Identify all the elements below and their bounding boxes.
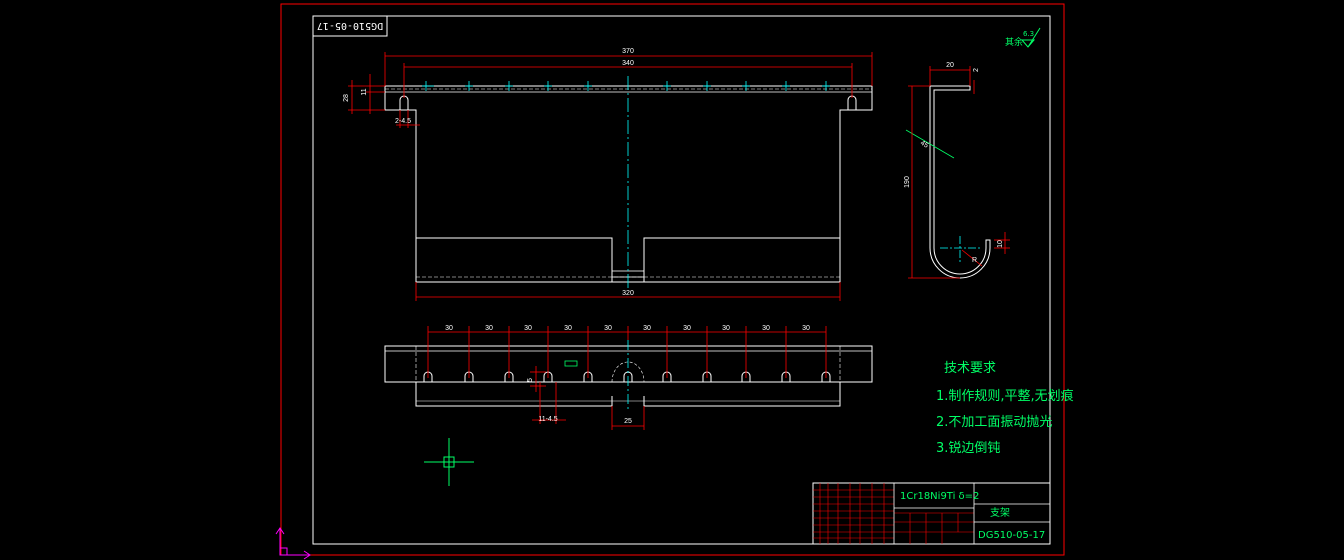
dim-overall-width: 370 [622, 48, 634, 55]
inner-border-frame [312, 15, 1051, 545]
tb-drawing-number: DG510-05-17 [978, 530, 1045, 541]
spacing-label: 30 [802, 325, 810, 332]
spacing-label: 30 [524, 325, 532, 332]
dim-holes-span: 340 [622, 60, 634, 67]
dim-side-thickness: 2 [973, 68, 980, 72]
tech-requirement-item: 2.不加工面振动抛光 [936, 415, 1052, 430]
title-block: 1Cr18Ni9Ti δ=2 支架 DG510-05-17 [812, 482, 1051, 545]
side-view: 20 2 190 10 R 45 [904, 62, 1010, 279]
tech-requirements-title: 技术要求 [944, 361, 996, 376]
spacing-label: 30 [722, 325, 730, 332]
spacing-label: 30 [604, 325, 612, 332]
side-dimensions [908, 66, 1010, 279]
tb-material: 1Cr18Ni9Ti δ=2 [900, 491, 979, 502]
dim-side-lip: 10 [997, 240, 1004, 248]
spacing-label: 30 [485, 325, 493, 332]
right-slot [847, 95, 857, 110]
dim-bottom-width: 320 [622, 290, 634, 297]
tech-requirement-item: 3.锐边倒钝 [936, 441, 1000, 456]
front-dimensions [348, 52, 873, 301]
side-angle-mark: 45 [919, 140, 929, 150]
drawing-number-rotated-text: DG510-05-17 [317, 20, 383, 31]
dim-hole-small: 5 [527, 378, 534, 382]
plan-dimensions [427, 326, 827, 430]
bottom-view: 30 30 30 30 30 30 30 30 30 30 5 11-4.5 2… [384, 325, 873, 430]
plan-small-marker [564, 360, 578, 367]
dim-slot: 2-4.5 [395, 118, 411, 125]
cad-drawing-canvas[interactable]: DG510-05-17 其余 6.3 370 340 28 11 2-4.5 3… [0, 0, 1344, 560]
spacing-label: 30 [643, 325, 651, 332]
front-view-outline [384, 85, 873, 283]
tb-part-name: 支架 [990, 507, 1010, 519]
surface-note-label: 其余 [1005, 36, 1023, 48]
dim-center-gap: 25 [624, 418, 632, 425]
outer-sheet-frame [280, 3, 1065, 556]
dim-height-right: 11 [361, 88, 368, 95]
side-profile-outer [929, 85, 991, 279]
spacing-label: 30 [683, 325, 691, 332]
dim-side-height: 190 [904, 176, 911, 188]
tech-requirement-item: 1.制作规则,平整,无划痕 [936, 388, 1074, 404]
plan-slots [423, 371, 831, 382]
drawing-number-box-rotated: DG510-05-17 [312, 15, 388, 37]
spacing-label: 30 [762, 325, 770, 332]
tech-requirements: 技术要求 1.制作规则,平整,无划痕 2.不加工面振动抛光 3.锐边倒钝 [936, 361, 1074, 456]
dim-side-radius: R [972, 257, 977, 264]
spacing-label: 30 [564, 325, 572, 332]
left-bottom-tab [415, 237, 613, 283]
plan-spacing-labels: 30 30 30 30 30 30 30 30 30 30 [445, 325, 810, 332]
dim-side-width: 20 [946, 62, 954, 69]
crosshair-cursor-icon[interactable] [424, 438, 474, 486]
right-bottom-tab [643, 237, 841, 283]
spacing-label: 30 [445, 325, 453, 332]
front-view: 370 340 28 11 2-4.5 320 [343, 48, 873, 301]
dim-height-left: 28 [343, 94, 350, 102]
left-slot [399, 95, 409, 110]
dim-holes: 11-4.5 [538, 416, 557, 423]
surface-note-value: 6.3 [1023, 30, 1034, 38]
surface-roughness-note: 其余 6.3 [1005, 27, 1041, 48]
